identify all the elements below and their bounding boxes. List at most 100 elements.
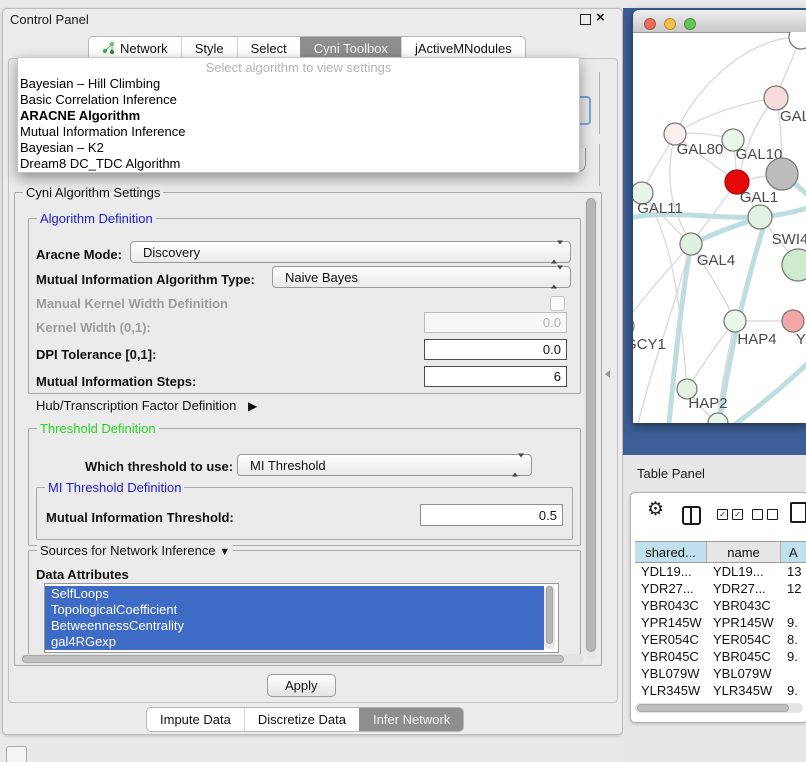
settings-hscrollbar[interactable] <box>20 654 584 664</box>
network-edge[interactable] <box>675 98 776 134</box>
kernel-width-label: Kernel Width (0,1): <box>36 320 151 335</box>
kernel-width-field[interactable]: 0.0 <box>424 312 567 333</box>
dock-mini-button[interactable] <box>6 746 27 762</box>
node-label: GCY1 <box>633 336 666 353</box>
attribute-item-gal4rgexp[interactable]: gal4RGexp <box>45 634 544 650</box>
aracne-mode-select[interactable]: Discovery <box>130 241 571 263</box>
attribute-item-selfloops[interactable]: SelfLoops <box>45 586 544 602</box>
algorithm-menu-item-mutual-information-inference[interactable]: Mutual Information Inference <box>18 124 579 140</box>
table-row[interactable]: YBR045CYBR045C9. <box>635 648 806 665</box>
document-icon[interactable] <box>790 502 806 523</box>
column-header-shared[interactable]: shared... <box>635 541 707 563</box>
table-cell: YLR345W <box>707 682 787 699</box>
table-cell: YBR043C <box>635 597 713 614</box>
algorithm-menu-item-aracne-algorithm[interactable]: ARACNE Algorithm <box>18 108 579 124</box>
table-cell: YDL19... <box>635 563 713 580</box>
select-all-checkboxes-icon[interactable]: ✓✓ <box>717 509 743 520</box>
algorithm-menu-item-basic-correlation-inference[interactable]: Basic Correlation Inference <box>18 92 579 108</box>
algorithm-dropdown: Select algorithm to view settings Bayesi… <box>17 57 580 173</box>
close-icon[interactable]: × <box>596 9 605 26</box>
mi-steps-value: 6 <box>554 369 561 384</box>
tab-discretize-data[interactable]: Discretize Data <box>244 708 359 731</box>
dpi-tolerance-field[interactable]: 0.0 <box>424 339 567 360</box>
algorithm-menu-item-dream8-dc-tdc-algorithm[interactable]: Dream8 DC_TDC Algorithm <box>18 156 579 172</box>
table-cell: YER054C <box>635 631 713 648</box>
node-label: GAL1 <box>740 189 778 206</box>
columns-icon[interactable] <box>682 506 701 525</box>
mi-type-select[interactable]: Naive Bayes <box>272 266 571 288</box>
table-cell: 9. <box>781 648 806 665</box>
table-cell: YER054C <box>707 631 787 648</box>
zoom-traffic-light[interactable] <box>684 18 696 30</box>
table-row[interactable]: YLR345WYLR345W9. <box>635 682 806 699</box>
hub-definition-toggle[interactable]: Hub/Transcription Factor Definition ▶ <box>36 398 257 413</box>
node-label: GAL <box>780 108 806 125</box>
algorithm-definition-title: Algorithm Definition <box>37 211 156 226</box>
network-canvas[interactable]: GALGAL80GAL10GAL1GAL11SWI4GAL4HAP4YGCY1H… <box>633 32 806 423</box>
network-node-y[interactable] <box>782 310 804 332</box>
collapse-down-icon[interactable]: ▼ <box>219 546 230 558</box>
threshold-definition-title: Threshold Definition <box>37 421 159 436</box>
table-row[interactable]: YPR145WYPR145W9. <box>635 614 806 631</box>
column-header-name[interactable]: name <box>707 541 781 563</box>
apply-button[interactable]: Apply <box>267 674 336 697</box>
tab-label: Discretize Data <box>258 712 346 727</box>
attribute-item-betweennesscentrality[interactable]: BetweennessCentrality <box>45 618 544 634</box>
tab-label: jActiveMNodules <box>415 41 512 56</box>
network-tab-icon <box>102 41 115 57</box>
table-row[interactable]: YER054CYER054C8. <box>635 631 806 648</box>
table-cell: YDR27... <box>707 580 787 597</box>
settings-scrollbar[interactable] <box>584 196 598 660</box>
network-edge-thick[interactable] <box>733 362 806 423</box>
tab-impute-data[interactable]: Impute Data <box>147 708 244 731</box>
network-node[interactable] <box>708 413 728 423</box>
network-node-hap4[interactable] <box>724 310 746 332</box>
spinner-arrows-icon <box>551 245 563 260</box>
table-cell: 13 <box>781 563 806 580</box>
algorithm-menu-item-bayesian-k2[interactable]: Bayesian – K2 <box>18 140 579 156</box>
table-panel-title: Table Panel <box>637 466 705 481</box>
hub-definition-label: Hub/Transcription Factor Definition <box>36 398 236 413</box>
panel-divider-handle[interactable] <box>605 370 610 378</box>
table-cell: 9. <box>781 682 806 699</box>
table-cell: YDL19... <box>707 563 787 580</box>
list-scrollbar[interactable] <box>544 585 555 649</box>
network-node[interactable] <box>789 32 806 49</box>
mi-threshold-value: 0.5 <box>539 508 557 523</box>
tab-label: Select <box>251 41 287 56</box>
table-row[interactable]: YBL079WYBL079W <box>635 665 806 682</box>
cyni-bottom-tabs: Impute Data Discretize Data Infer Network <box>146 707 464 732</box>
network-node[interactable] <box>766 158 798 190</box>
table-row[interactable]: YDL19...YDL19...13 <box>635 563 806 580</box>
cyni-settings-title: Cyni Algorithm Settings <box>23 185 163 200</box>
table-row[interactable]: YBR043CYBR043C <box>635 597 806 614</box>
app-root: Control Panel × NetworkStyleSelectCyni T… <box>0 0 806 762</box>
mi-threshold-field[interactable]: 0.5 <box>420 504 563 526</box>
data-attributes-list[interactable]: SelfLoopsTopologicalCoefficientBetweenne… <box>44 583 559 653</box>
tab-label: Cyni Toolbox <box>314 41 388 56</box>
network-node-gal[interactable] <box>764 86 788 110</box>
attribute-item-topologicalcoefficient[interactable]: TopologicalCoefficient <box>45 602 544 618</box>
table-row[interactable]: YDR27...YDR27...12 <box>635 580 806 597</box>
network-node[interactable] <box>748 205 772 229</box>
network-node-gcy1[interactable] <box>633 316 634 336</box>
manual-kernel-checkbox[interactable] <box>550 296 565 311</box>
mi-steps-field[interactable]: 6 <box>424 366 567 387</box>
table-cell: YBR045C <box>635 648 713 665</box>
gear-icon[interactable]: ⚙ <box>647 500 664 519</box>
which-threshold-select[interactable]: MI Threshold <box>237 454 532 476</box>
network-window-titlebar[interactable] <box>633 10 806 33</box>
table-window: ⚙ ✓✓ shared...nameA YDL19...YDL19...13YD… <box>630 492 806 723</box>
table-cell: 8. <box>781 631 806 648</box>
tab-infer-network[interactable]: Infer Network <box>359 708 463 731</box>
algorithm-menu-item-bayesian-hill-climbing[interactable]: Bayesian – Hill Climbing <box>18 76 579 92</box>
network-node-swi4[interactable] <box>782 249 806 281</box>
close-traffic-light[interactable] <box>644 18 656 30</box>
column-header-a[interactable]: A <box>781 541 806 563</box>
deselect-all-checkboxes-icon[interactable] <box>752 509 778 520</box>
spinner-arrows-icon <box>551 270 563 285</box>
covered-groupbox-edge <box>599 72 600 134</box>
table-hscrollbar[interactable] <box>635 703 803 713</box>
minimize-traffic-light[interactable] <box>664 18 676 30</box>
float-window-icon[interactable] <box>580 14 591 25</box>
